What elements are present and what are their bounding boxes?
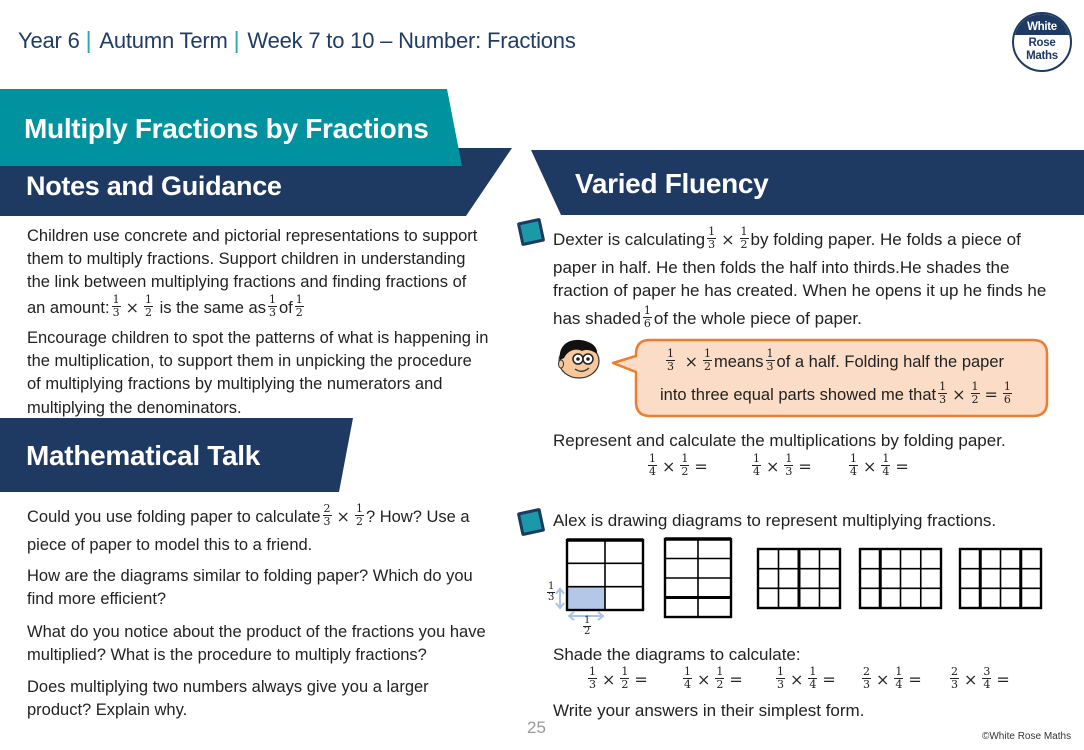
lesson-title: Multiply Fractions by Fractions (24, 113, 429, 144)
calculation: 2 3 × 3 4 = (948, 665, 1013, 693)
varied-fluency-heading: Varied Fluency (575, 168, 769, 199)
fraction: 12 (583, 615, 592, 637)
page-number: 25 (527, 718, 546, 737)
equals-sign: = (634, 670, 648, 689)
times-sign: × (697, 670, 711, 689)
fraction: 14 (808, 665, 818, 692)
shade-instruction: Shade the diagrams to calculate: (553, 645, 801, 664)
math-talk-heading: Mathematical Talk (26, 440, 261, 471)
equals-sign: = (908, 670, 922, 689)
times-sign: × (876, 670, 890, 689)
fraction: 12 (620, 665, 630, 692)
calculation: 1 3 × 1 2 = (586, 665, 651, 693)
calculation: 2 3 × 1 4 = (860, 665, 925, 693)
times-sign: × (790, 670, 804, 689)
copyright: ©White Rose Maths (982, 731, 1072, 742)
notes-heading: Notes and Guidance (26, 171, 282, 201)
fraction: 14 (683, 665, 692, 692)
calculation: 1 4 × 1 2 = (681, 665, 746, 693)
fraction: 13 (776, 665, 785, 692)
fraction: 12 (715, 665, 725, 692)
fraction: 14 (894, 665, 904, 692)
fraction: 23 (950, 665, 959, 692)
simplest-form-note: Write your answers in their simplest for… (553, 701, 865, 720)
equals-sign: = (822, 670, 836, 689)
column-label: 12 (581, 615, 593, 639)
fraction: 13 (588, 665, 597, 692)
times-sign: × (964, 670, 978, 689)
calculation: 1 3 × 1 4 = (774, 665, 839, 693)
equals-sign: = (729, 670, 743, 689)
fraction: 23 (862, 665, 871, 692)
times-sign: × (602, 670, 616, 689)
shaded-cell (567, 586, 605, 610)
fraction: 34 (982, 665, 992, 692)
fraction: 13 (547, 581, 556, 603)
row-label: 13 (545, 581, 557, 605)
equals-sign: = (996, 670, 1010, 689)
